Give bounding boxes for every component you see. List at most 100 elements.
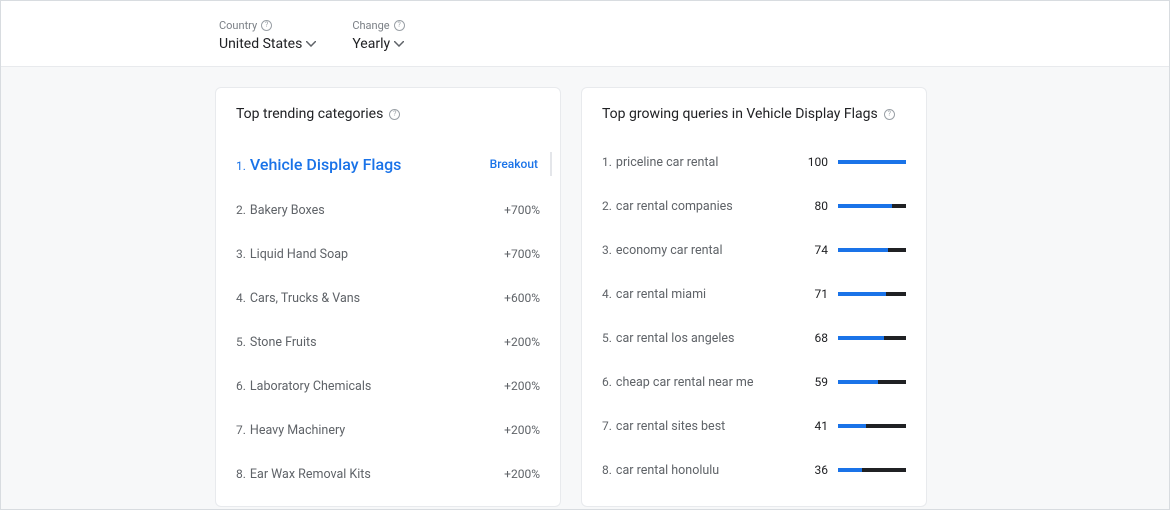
score-bar-fill [838, 468, 862, 472]
category-row[interactable]: 7. Heavy Machinery +200% [236, 408, 540, 452]
filter-bar: Country ? United States Change ? Yearly [1, 1, 1169, 67]
row-rank: 2. [236, 203, 246, 217]
row-name: Ear Wax Removal Kits [250, 467, 371, 482]
help-icon[interactable]: ? [394, 20, 405, 31]
score-bar [838, 248, 906, 252]
query-name: economy car rental [616, 243, 723, 258]
query-left: 5.car rental los angeles [602, 331, 800, 346]
row-change: +200% [504, 335, 540, 349]
query-score: 41 [800, 419, 828, 433]
query-row[interactable]: 7.car rental sites best41 [602, 404, 906, 448]
category-row[interactable]: 5. Stone Fruits +200% [236, 320, 540, 364]
query-score: 71 [800, 287, 828, 301]
row-name: Stone Fruits [250, 335, 317, 350]
row-change: +600% [504, 291, 540, 305]
active-marker [550, 152, 552, 176]
row-rank: 1. [236, 159, 246, 173]
row-right: +700% [504, 247, 540, 261]
row-name: Laboratory Chemicals [250, 379, 371, 394]
query-row[interactable]: 1. priceline car rental 100 [602, 140, 906, 184]
score-bar-fill [838, 248, 888, 252]
card-title-text: Top trending categories [236, 106, 383, 122]
query-left: 6.cheap car rental near me [602, 375, 800, 390]
row-change: +700% [504, 203, 540, 217]
change-selector[interactable]: Yearly [352, 36, 404, 52]
query-score: 100 [800, 155, 828, 169]
help-icon[interactable]: ? [261, 20, 272, 31]
row-right: +200% [504, 423, 540, 437]
row-change: Breakout [490, 157, 538, 171]
query-name: priceline car rental [616, 155, 718, 170]
row-rank: 7. [236, 423, 246, 437]
query-row[interactable]: 2.car rental companies80 [602, 184, 906, 228]
row-name: Heavy Machinery [250, 423, 345, 438]
category-row[interactable]: 1. Vehicle Display Flags Breakout [236, 140, 540, 188]
category-row[interactable]: 2. Bakery Boxes +700% [236, 188, 540, 232]
query-name: car rental miami [616, 287, 706, 302]
country-value: United States [219, 36, 302, 52]
row-rank: 8. [236, 467, 246, 481]
query-rank: 1. [602, 155, 612, 169]
query-score: 59 [800, 375, 828, 389]
category-row[interactable]: 8. Ear Wax Removal Kits +200% [236, 452, 540, 496]
row-left: 4.Cars, Trucks & Vans [236, 291, 360, 306]
query-row[interactable]: 6.cheap car rental near me59 [602, 360, 906, 404]
score-bar [838, 204, 906, 208]
row-rank: 5. [236, 335, 246, 349]
change-label: Change ? [352, 19, 404, 32]
query-row[interactable]: 4. car rental miami 71 [602, 272, 906, 316]
category-row[interactable]: 3.Liquid Hand Soap +700% [236, 232, 540, 276]
row-change: +200% [504, 423, 540, 437]
country-selector[interactable]: United States [219, 36, 316, 52]
query-rank: 8. [602, 463, 612, 477]
row-rank: 6. [236, 379, 246, 393]
score-bar-fill [838, 380, 878, 384]
query-name: cheap car rental near me [616, 375, 754, 390]
score-bar [838, 380, 906, 384]
query-row[interactable]: 3.economy car rental74 [602, 228, 906, 272]
query-name: car rental honolulu [616, 463, 719, 478]
country-label: Country ? [219, 19, 316, 32]
category-row[interactable]: 4.Cars, Trucks & Vans +600% [236, 276, 540, 320]
row-right: +200% [504, 379, 540, 393]
score-bar [838, 336, 906, 340]
row-right: +600% [504, 291, 540, 305]
query-row[interactable]: 5.car rental los angeles68 [602, 316, 906, 360]
score-bar-fill [838, 424, 866, 428]
query-name: car rental sites best [616, 419, 725, 434]
row-change: +200% [504, 379, 540, 393]
category-row[interactable]: 6. Laboratory Chemicals +200% [236, 364, 540, 408]
row-name: Vehicle Display Flags [250, 155, 401, 174]
change-filter: Change ? Yearly [352, 19, 404, 52]
country-filter: Country ? United States [219, 19, 316, 52]
query-score: 74 [800, 243, 828, 257]
row-left: 3.Liquid Hand Soap [236, 247, 348, 262]
score-bar-fill [838, 336, 884, 340]
row-change: +700% [504, 247, 540, 261]
query-left: 3.economy car rental [602, 243, 800, 258]
card-title-text: Top growing queries in Vehicle Display F… [602, 106, 878, 122]
query-left: 4. car rental miami [602, 287, 800, 302]
row-left: 8. Ear Wax Removal Kits [236, 467, 371, 482]
row-right: Breakout [490, 152, 540, 176]
row-name: Liquid Hand Soap [250, 247, 348, 262]
row-right: +700% [504, 203, 540, 217]
row-right: +200% [504, 467, 540, 481]
country-label-text: Country [219, 19, 257, 32]
score-bar-fill [838, 160, 906, 164]
row-name: Bakery Boxes [250, 203, 325, 218]
query-row[interactable]: 8.car rental honolulu36 [602, 448, 906, 492]
row-left: 5. Stone Fruits [236, 335, 317, 350]
row-rank: 4. [236, 291, 246, 305]
category-list: 1. Vehicle Display Flags Breakout 2. Bakery … [236, 140, 540, 496]
query-left: 7.car rental sites best [602, 419, 800, 434]
help-icon[interactable]: ? [884, 109, 895, 120]
change-value: Yearly [352, 36, 390, 52]
query-left: 2.car rental companies [602, 199, 800, 214]
query-rank: 4. [602, 287, 612, 301]
help-icon[interactable]: ? [389, 109, 400, 120]
score-bar-fill [838, 292, 886, 296]
query-score: 68 [800, 331, 828, 345]
query-left: 1. priceline car rental [602, 155, 800, 170]
score-bar [838, 160, 906, 164]
